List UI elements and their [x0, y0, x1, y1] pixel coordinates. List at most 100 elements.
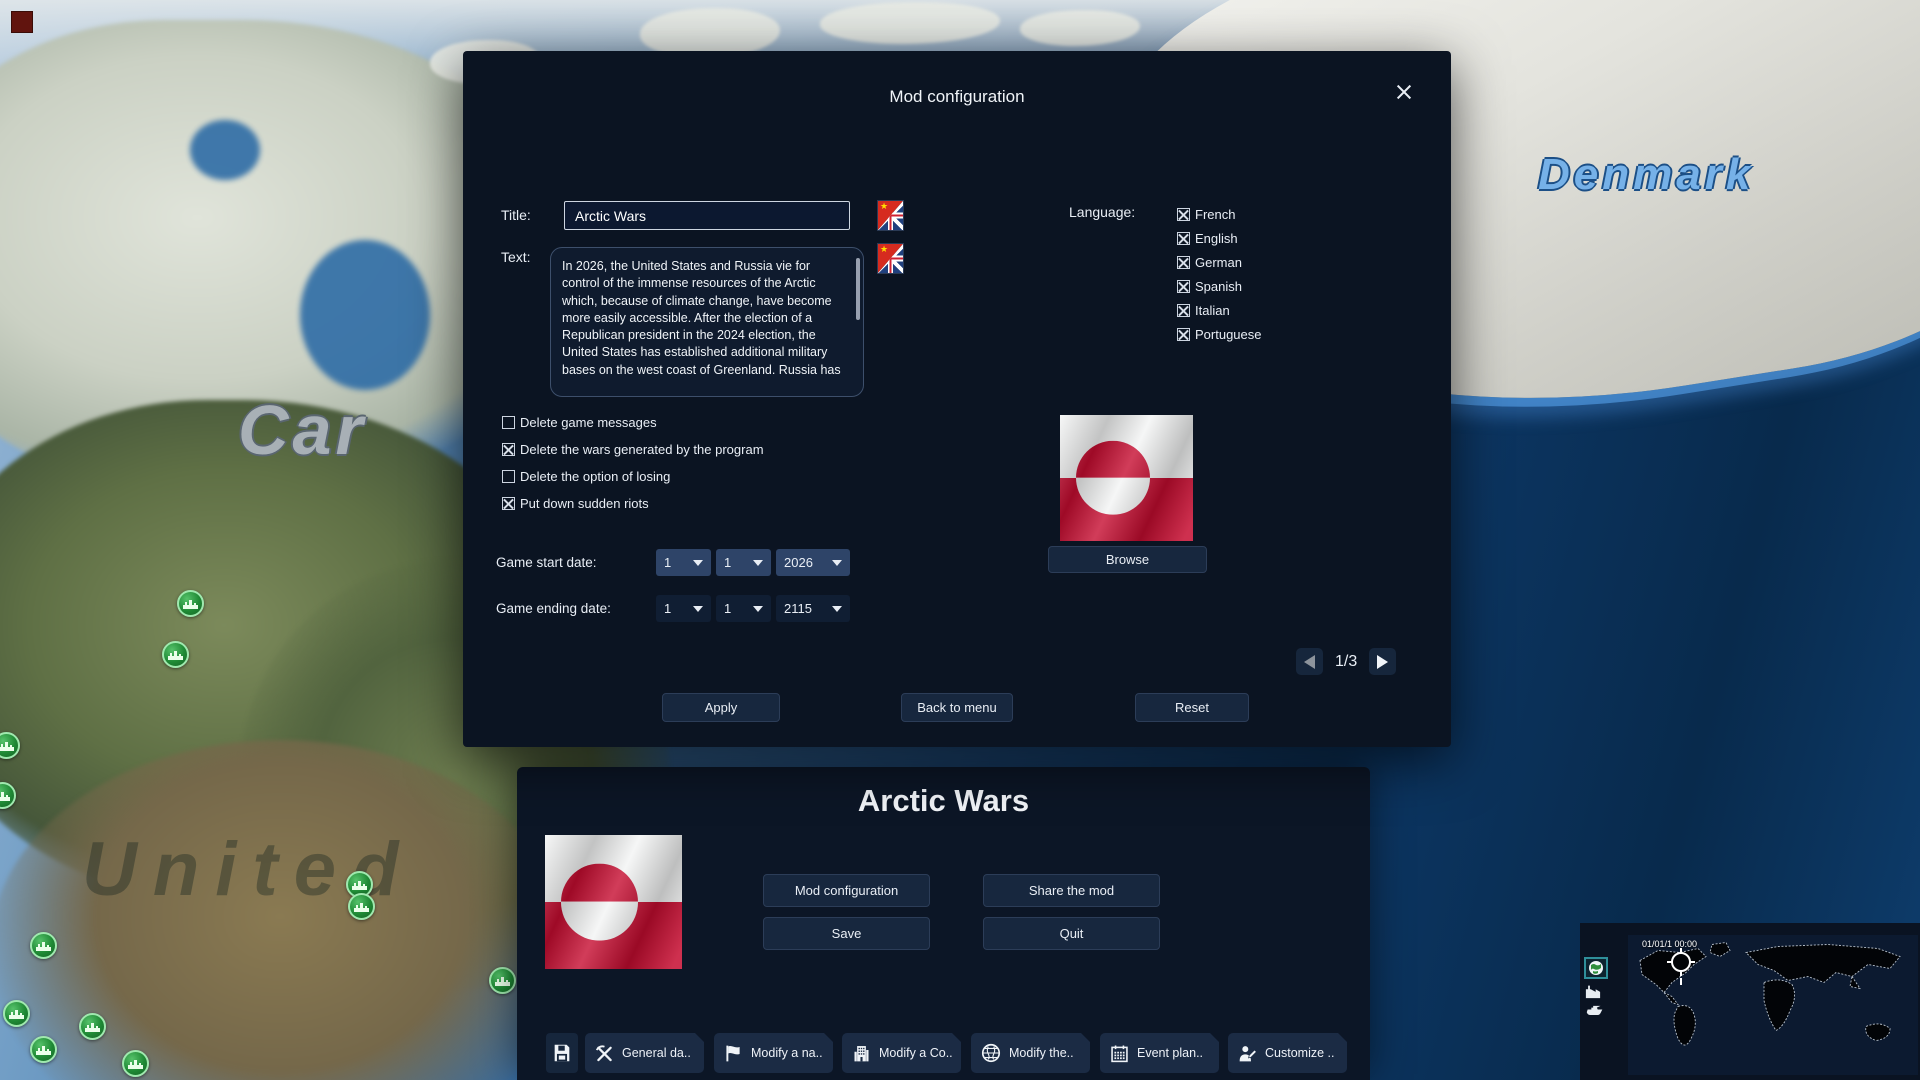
option-label: Put down sudden riots — [520, 496, 649, 511]
dropdown-value: 1 — [664, 601, 671, 616]
browse-button[interactable]: Browse — [1048, 546, 1207, 573]
flag-icon — [723, 1043, 744, 1064]
checkbox[interactable] — [1177, 280, 1190, 293]
modify-country-button[interactable]: Modify a Co.. — [842, 1033, 961, 1073]
mod-options-list: Delete game messages Delete the wars gen… — [502, 415, 764, 511]
translate-flag-icon[interactable] — [877, 200, 904, 231]
text-field-label: Text: — [501, 249, 531, 265]
dropdown-value: 1 — [724, 601, 731, 616]
dialog-title: Mod configuration — [463, 87, 1451, 107]
city-marker-icon[interactable] — [122, 1050, 149, 1077]
city-marker-icon[interactable] — [79, 1013, 106, 1040]
end-year-dropdown[interactable]: 2115 — [776, 595, 850, 622]
city-marker-icon[interactable] — [3, 1000, 30, 1027]
language-label-text: Portuguese — [1195, 327, 1262, 342]
save-button[interactable]: Save — [763, 917, 930, 950]
language-italian[interactable]: Italian — [1177, 303, 1262, 318]
save-icon-button[interactable] — [546, 1033, 578, 1073]
close-icon[interactable] — [1393, 81, 1415, 103]
description-text: In 2026, the United States and Russia vi… — [562, 259, 841, 377]
city-marker-icon[interactable] — [30, 1036, 57, 1063]
language-spanish[interactable]: Spanish — [1177, 279, 1262, 294]
chevron-down-icon — [753, 560, 763, 566]
textarea-scrollbar[interactable] — [856, 258, 860, 320]
modify-world-button[interactable]: Modify the.. — [971, 1033, 1090, 1073]
quit-button[interactable]: Quit — [983, 917, 1160, 950]
share-mod-button[interactable]: Share the mod — [983, 874, 1160, 907]
modify-nation-button[interactable]: Modify a na.. — [714, 1033, 833, 1073]
mod-configuration-button[interactable]: Mod configuration — [763, 874, 930, 907]
city-marker-icon[interactable] — [489, 967, 516, 994]
checkbox[interactable] — [502, 416, 515, 429]
arrow-left-icon — [1304, 655, 1315, 669]
translate-flag-icon[interactable] — [877, 243, 904, 274]
title-field-label: Title: — [501, 207, 531, 223]
tank-icon[interactable] — [1584, 1003, 1606, 1016]
checkbox[interactable] — [1177, 232, 1190, 245]
language-label-text: German — [1195, 255, 1242, 270]
city-marker-icon[interactable] — [162, 641, 189, 668]
reset-button[interactable]: Reset — [1135, 693, 1249, 722]
chevron-down-icon — [693, 606, 703, 612]
language-french[interactable]: French — [1177, 207, 1262, 222]
apply-button[interactable]: Apply — [662, 693, 780, 722]
greenland-flag-image — [545, 835, 682, 969]
event-planner-button[interactable]: Event plan.. — [1100, 1033, 1219, 1073]
city-marker-icon[interactable] — [30, 932, 57, 959]
checkbox[interactable] — [1177, 304, 1190, 317]
dropdown-value: 1 — [664, 555, 671, 570]
language-label: Language: — [1069, 204, 1135, 220]
language-label-text: Spanish — [1195, 279, 1242, 294]
minimap-panel: 01/01/1 00:00 — [1580, 923, 1920, 1080]
end-day-dropdown[interactable]: 1 — [656, 595, 711, 622]
language-label-text: Italian — [1195, 303, 1230, 318]
option-label: Delete the option of losing — [520, 469, 670, 484]
checkbox[interactable] — [1177, 328, 1190, 341]
toolbar-label: General da.. — [622, 1046, 691, 1060]
start-day-dropdown[interactable]: 1 — [656, 549, 711, 576]
city-marker-icon[interactable] — [177, 590, 204, 617]
end-date-label: Game ending date: — [496, 601, 611, 616]
previous-page-button[interactable] — [1296, 648, 1323, 675]
general-data-button[interactable]: General da.. — [585, 1033, 704, 1073]
start-year-dropdown[interactable]: 2026 — [776, 549, 850, 576]
title-input[interactable] — [564, 201, 850, 230]
chevron-down-icon — [693, 560, 703, 566]
option-delete-messages[interactable]: Delete game messages — [502, 415, 764, 430]
next-page-button[interactable] — [1369, 648, 1396, 675]
language-english[interactable]: English — [1177, 231, 1262, 246]
chevron-down-icon — [753, 606, 763, 612]
language-german[interactable]: German — [1177, 255, 1262, 270]
toolbar-label: Modify the.. — [1009, 1046, 1074, 1060]
language-list: French English German Spanish Italian Po… — [1177, 207, 1262, 342]
city-marker-icon[interactable] — [348, 893, 375, 920]
mod-panel: Arctic Wars Mod configuration Share the … — [517, 767, 1370, 1080]
customize-button[interactable]: Customize .. — [1228, 1033, 1347, 1073]
start-month-dropdown[interactable]: 1 — [716, 549, 771, 576]
option-put-down-riots[interactable]: Put down sudden riots — [502, 496, 764, 511]
start-date-label: Game start date: — [496, 555, 597, 570]
arrow-right-icon — [1377, 655, 1388, 669]
globe-icon — [1588, 960, 1604, 976]
description-textarea[interactable]: In 2026, the United States and Russia vi… — [550, 247, 864, 397]
pagination: 1/3 — [1296, 648, 1396, 675]
building-icon — [851, 1043, 872, 1064]
checkbox[interactable] — [502, 443, 515, 456]
back-to-menu-button[interactable]: Back to menu — [901, 693, 1013, 722]
hudson-bay — [300, 240, 430, 390]
toolbar-label: Event plan.. — [1137, 1046, 1203, 1060]
checkbox[interactable] — [502, 470, 515, 483]
checkbox[interactable] — [1177, 208, 1190, 221]
language-portuguese[interactable]: Portuguese — [1177, 327, 1262, 342]
globe-mode-button[interactable] — [1584, 957, 1608, 979]
map-label-denmark: Denmark — [1538, 150, 1754, 200]
save-icon — [551, 1042, 573, 1064]
start-date-row: 1 1 2026 — [656, 549, 850, 576]
option-delete-wars[interactable]: Delete the wars generated by the program — [502, 442, 764, 457]
option-delete-losing[interactable]: Delete the option of losing — [502, 469, 764, 484]
factory-icon[interactable] — [1584, 983, 1602, 999]
checkbox[interactable] — [1177, 256, 1190, 269]
end-month-dropdown[interactable]: 1 — [716, 595, 771, 622]
language-label-text: French — [1195, 207, 1235, 222]
checkbox[interactable] — [502, 497, 515, 510]
